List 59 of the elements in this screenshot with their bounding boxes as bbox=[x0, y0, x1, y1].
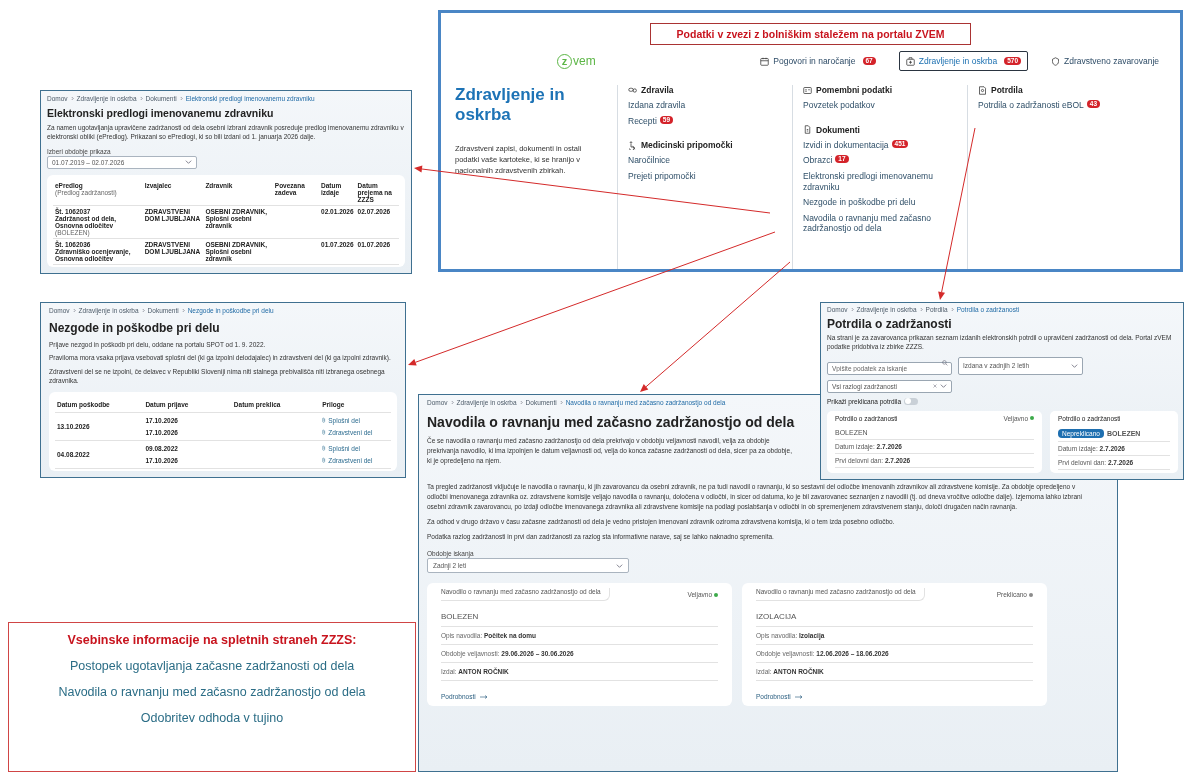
chevron-icon bbox=[179, 96, 183, 101]
menu-link[interactable]: Obrazci bbox=[803, 155, 833, 166]
medical-case-icon bbox=[905, 56, 915, 66]
menu-link[interactable]: Recepti bbox=[628, 115, 657, 127]
menu-link[interactable]: Naročilnice bbox=[628, 155, 671, 166]
nav-tab[interactable]: Zdravstveno zavarovanje bbox=[1044, 51, 1166, 71]
chevron-icon bbox=[70, 96, 74, 101]
chevron-icon bbox=[181, 308, 185, 313]
info-title: Vsebinske informacije na spletnih straneh ZZZS: bbox=[67, 633, 357, 647]
clear-icon bbox=[933, 384, 937, 389]
info-link[interactable]: Postopek ugotavljanja začasne zadržanosti od dela bbox=[69, 659, 355, 673]
calendar-icon bbox=[760, 56, 770, 66]
menu-link[interactable]: Nezgode in poškodbe pri delu bbox=[803, 197, 916, 208]
toggle-switch[interactable] bbox=[904, 397, 919, 405]
menu-link[interactable]: Izdana zdravila bbox=[628, 100, 686, 111]
slide-banner: Podatki v zvezi z bolniškim staležem na portalu ZVEM bbox=[649, 23, 972, 45]
chevron-icon bbox=[519, 400, 523, 405]
id-card-icon bbox=[803, 85, 812, 95]
chevron-icon bbox=[919, 307, 923, 312]
page-title: Nezgode in poškodbe pri delu bbox=[49, 321, 221, 335]
chevron-icon bbox=[559, 400, 563, 405]
info-link[interactable]: Navodila o ravnanju med začasno zadržanostjo od dela bbox=[58, 685, 366, 699]
chevron-icon bbox=[950, 307, 954, 312]
pills-icon bbox=[628, 85, 637, 95]
arrow-right-icon bbox=[794, 694, 803, 699]
certificate-icon bbox=[978, 85, 987, 95]
card-title: BOLEZEN bbox=[441, 607, 718, 628]
menu-link[interactable]: Elektronski predlogi imenovanemu zdravniku bbox=[803, 170, 957, 193]
chevron-down-icon bbox=[185, 160, 192, 165]
chevron-icon bbox=[139, 96, 143, 101]
menu-group-title: Pomembni podatki bbox=[816, 85, 893, 95]
page-title: Potrdila o zadržanosti bbox=[827, 317, 953, 331]
chevron-icon bbox=[450, 400, 454, 405]
menu-link[interactable]: Prejeti pripomočki bbox=[628, 170, 696, 182]
menu-group-title: Potrdila bbox=[991, 85, 1023, 95]
chevron-down-icon bbox=[616, 563, 623, 568]
search-icon bbox=[942, 359, 948, 366]
menu-link[interactable]: Povzetek podatkov bbox=[803, 100, 875, 111]
arrow-right-icon bbox=[479, 694, 488, 699]
page-title: Navodila o ravnanju med začasno zadržanostjo od dela bbox=[427, 414, 795, 430]
chevron-down-icon bbox=[940, 384, 947, 389]
info-link[interactable]: Odobritev odhoda v tujino bbox=[140, 711, 284, 725]
menu-link[interactable]: Izvidi in dokumentacija bbox=[803, 139, 889, 151]
section-heading: Zdravljenje in oskrba bbox=[455, 85, 566, 126]
menu-group-title: Medicinski pripomočki bbox=[641, 140, 733, 151]
chevron-icon bbox=[141, 308, 145, 313]
page-title: Elektronski predlogi imenovanemu zdravniku bbox=[47, 107, 275, 119]
logo: z vem bbox=[557, 53, 596, 69]
wheelchair-icon bbox=[628, 140, 637, 150]
chevron-icon bbox=[72, 308, 76, 313]
chevron-down-icon bbox=[1071, 363, 1078, 368]
menu-group-title: Dokumenti bbox=[816, 124, 860, 135]
menu-link[interactable]: Navodila o ravnanju med začasno zadržanostjo od dela bbox=[803, 212, 957, 234]
document-icon bbox=[803, 125, 812, 135]
menu-group-title: Zdravila bbox=[641, 85, 674, 95]
shield-icon bbox=[1051, 56, 1061, 66]
menu-link[interactable]: Potrdila o zadržanosti eBOL bbox=[978, 100, 1084, 111]
chevron-icon bbox=[850, 307, 854, 312]
card-title: IZOLACIJA bbox=[756, 607, 1033, 628]
